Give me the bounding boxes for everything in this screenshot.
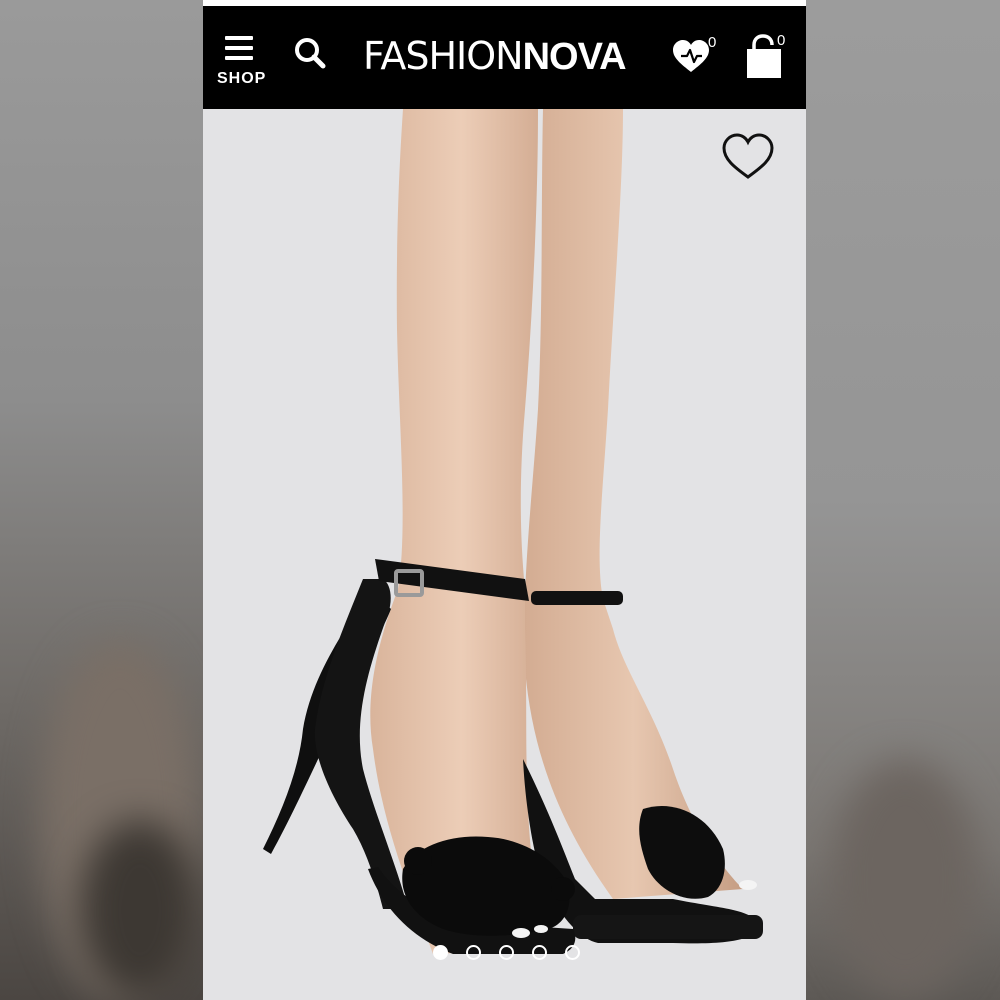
shop-menu-button[interactable]: SHOP — [217, 34, 267, 92]
heart-outline-icon — [722, 133, 774, 179]
header-bar: SHOP FASHIONNOVA 0 0 — [203, 6, 806, 109]
product-image-carousel[interactable] — [203, 109, 806, 1000]
carousel-dot[interactable] — [565, 945, 580, 960]
shop-menu-label: SHOP — [217, 70, 267, 87]
search-icon[interactable] — [293, 36, 327, 70]
heart-icon — [673, 40, 709, 72]
product-photo — [263, 109, 763, 954]
shopping-bag-button[interactable]: 0 — [743, 32, 793, 84]
carousel-dot[interactable] — [466, 945, 481, 960]
carousel-pagination — [203, 945, 806, 967]
wishlist-count: 0 — [708, 34, 717, 51]
bag-count: 0 — [777, 32, 786, 49]
carousel-dot[interactable] — [499, 945, 514, 960]
phone-screen: SHOP FASHIONNOVA 0 0 — [203, 0, 806, 1000]
wishlist-button[interactable]: 0 — [671, 34, 719, 78]
favorite-heart-button[interactable] — [720, 131, 776, 183]
brand-logo[interactable]: FASHIONNOVA — [363, 34, 627, 78]
carousel-dot[interactable] — [433, 945, 448, 960]
carousel-dot[interactable] — [532, 945, 547, 960]
